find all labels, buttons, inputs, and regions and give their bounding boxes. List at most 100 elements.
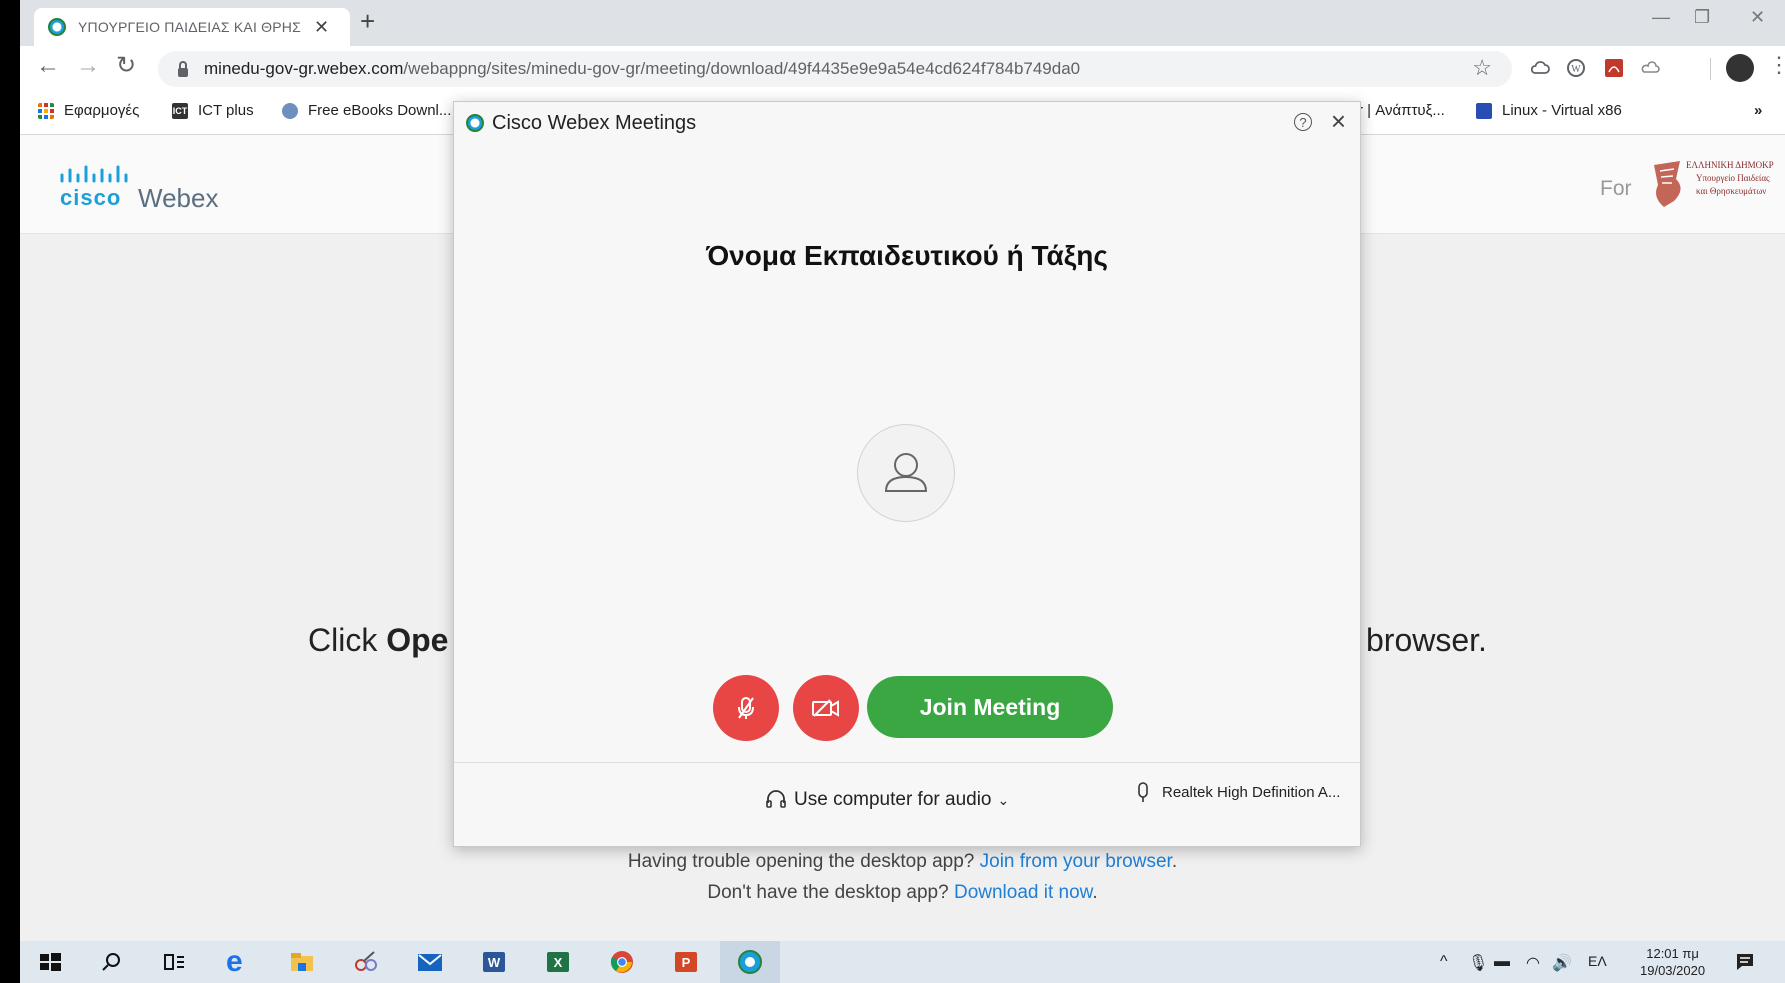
stop-video-button[interactable] — [793, 675, 859, 741]
chevron-down-icon: ⌄ — [997, 791, 1010, 808]
svg-text:W: W — [1571, 64, 1581, 75]
help-icon[interactable]: ? — [1294, 113, 1312, 131]
svg-text:P: P — [682, 955, 691, 970]
for-label: For — [1600, 177, 1632, 200]
bookmark-star-icon[interactable]: ☆ — [1472, 55, 1492, 81]
bookmark-linux-virtual[interactable]: Linux - Virtual x86 — [1476, 102, 1622, 119]
edge-browser-icon[interactable]: e — [226, 947, 254, 977]
ministry-text: ΕΛΛΗΝΙΚΗ ΔΗΜΟΚΡ Υπουργείο Παιδείας και Θ… — [1686, 159, 1785, 198]
browser-toolbar: ← → ↻ minedu-gov-gr.webex.com/webappng/s… — [20, 46, 1785, 92]
microphone-off-icon — [738, 697, 754, 719]
webex-meeting-dialog: Cisco Webex Meetings ? × Όνομα Εκπαιδευτ… — [453, 101, 1361, 847]
task-view-icon[interactable] — [160, 949, 188, 975]
powerpoint-icon[interactable]: P — [672, 949, 700, 975]
window-close-icon[interactable]: ✕ — [1750, 8, 1765, 26]
bookmark-label: Linux - Virtual x86 — [1502, 102, 1622, 119]
file-explorer-icon[interactable] — [288, 949, 316, 975]
tab-title: ΥΠΟΥΡΓΕΙΟ ΠΑΙΔΕΙΑΣ ΚΑΙ ΘΡΗΣ — [78, 19, 301, 35]
ict-icon: ICT — [172, 102, 188, 119]
tab-close-icon[interactable]: ✕ — [314, 18, 329, 36]
minimize-icon[interactable]: — — [1652, 8, 1670, 26]
volume-icon[interactable]: 🔊 — [1552, 953, 1572, 973]
tray-overflow-icon[interactable]: ^ — [1440, 953, 1448, 971]
camera-off-icon — [812, 699, 839, 717]
excel-icon[interactable]: X — [544, 949, 572, 975]
ministry-seal-icon — [1654, 161, 1681, 207]
windows-taskbar: e W X P ^ 🎙 ▬ ◠ 🔊 ΕΛ 12:01 πμ 19/03/2020 — [20, 941, 1785, 983]
svg-text:W: W — [488, 955, 501, 970]
join-meeting-button[interactable]: Join Meeting — [867, 676, 1113, 738]
bookmark-label: Εφαρμογές — [64, 102, 140, 119]
bookmark-ict-plus[interactable]: ICT ICT plus — [172, 102, 254, 119]
bookmark-free-ebooks[interactable]: Free eBooks Downl... — [282, 102, 451, 119]
linux-icon — [1476, 102, 1492, 119]
restore-icon[interactable]: ❐ — [1694, 8, 1710, 26]
webex-logo-icon — [466, 114, 484, 132]
bookmark-anaptyxi[interactable]: r | Ανάπτυξ... — [1358, 102, 1445, 119]
svg-text:X: X — [554, 955, 563, 970]
join-from-browser-link[interactable]: Join from your browser — [980, 851, 1172, 872]
webex-favicon-icon — [48, 18, 66, 36]
browser-tab[interactable]: ΥΠΟΥΡΓΕΙΟ ΠΑΙΔΕΙΑΣ ΚΑΙ ΘΡΗΣ ✕ — [34, 8, 350, 46]
download-now-link[interactable]: Download it now — [954, 882, 1092, 903]
lock-icon — [178, 60, 188, 77]
new-tab-button[interactable]: + — [360, 8, 375, 34]
no-app-text: Don't have the desktop app? — [707, 882, 954, 903]
word-icon[interactable]: W — [480, 949, 508, 975]
bookmark-apps[interactable]: Εφαρμογές — [38, 102, 139, 119]
address-bar[interactable]: minedu-gov-gr.webex.com/webappng/sites/m… — [158, 51, 1512, 87]
snipping-tool-icon[interactable] — [352, 949, 380, 975]
chrome-icon[interactable] — [608, 949, 636, 975]
windows-start-icon[interactable] — [36, 949, 64, 975]
forward-arrow-icon[interactable]: → — [76, 54, 100, 78]
mute-microphone-button[interactable] — [713, 675, 779, 741]
search-icon[interactable] — [98, 949, 126, 975]
webex-taskbar-icon[interactable] — [736, 949, 764, 975]
mic-device-label: Realtek High Definition A... — [1162, 783, 1341, 801]
person-icon — [884, 453, 928, 492]
cisco-logo-text: cisco — [60, 185, 122, 210]
bookmark-label: r | Ανάπτυξ... — [1358, 102, 1445, 119]
wifi-icon[interactable]: ◠ — [1526, 953, 1540, 973]
instruction-text-left: Click Ope — [308, 622, 448, 659]
url-text: minedu-gov-gr.webex.com/webappng/sites/m… — [204, 59, 1081, 78]
headset-icon — [766, 790, 786, 808]
instruction-bold: Ope — [386, 622, 449, 658]
notifications-icon[interactable] — [1734, 951, 1756, 973]
screen: ΥΠΟΥΡΓΕΙΟ ΠΑΙΔΕΙΑΣ ΚΑΙ ΘΡΗΣ ✕ + — ❐ ✕ ← … — [20, 0, 1785, 983]
ministry-line: ΕΛΛΗΝΙΚΗ ΔΗΜΟΚΡ — [1686, 160, 1774, 170]
battery-icon[interactable]: ▬ — [1494, 953, 1510, 971]
profile-avatar[interactable] — [1726, 54, 1754, 82]
apps-grid-icon — [38, 102, 54, 119]
no-app-end: . — [1092, 882, 1098, 903]
audio-option-dropdown[interactable]: Use computer for audio ⌄ — [764, 789, 1009, 811]
instruction-prefix: Click — [308, 622, 387, 658]
reload-icon[interactable]: ↻ — [116, 54, 136, 78]
cisco-logo-bars-icon — [60, 165, 128, 183]
ebooks-icon — [282, 102, 298, 119]
back-arrow-icon[interactable]: ← — [36, 54, 60, 78]
bookmarks-overflow-icon[interactable]: » — [1754, 102, 1762, 119]
language-indicator[interactable]: ΕΛ — [1588, 953, 1607, 969]
dialog-title: Cisco Webex Meetings — [492, 111, 697, 134]
trouble-end: . — [1171, 851, 1178, 872]
wordpress-icon[interactable]: W — [1566, 58, 1586, 78]
microphone-tray-icon[interactable]: 🎙 — [1468, 953, 1488, 973]
microphone-device-selector[interactable]: Realtek High Definition A... — [1136, 781, 1340, 803]
clock[interactable]: 12:01 πμ 19/03/2020 — [1640, 945, 1705, 979]
clock-time: 12:01 πμ — [1646, 946, 1699, 961]
dialog-titlebar: Cisco Webex Meetings — [454, 102, 1360, 144]
webex-logo-text: Webex — [138, 183, 219, 213]
ministry-line: και Θρησκευμάτων — [1696, 186, 1767, 196]
audio-option-label: Use computer for audio — [794, 789, 992, 810]
meeting-name: Όνομα Εκπαιδευτικού ή Τάξης — [706, 240, 1108, 271]
cloud-icon[interactable] — [1530, 58, 1550, 78]
extension-cloud-icon[interactable] — [1640, 58, 1660, 78]
dialog-close-icon[interactable]: × — [1331, 108, 1346, 134]
menu-dots-icon[interactable]: ⋮ — [1768, 54, 1785, 76]
pdf-icon[interactable] — [1604, 58, 1624, 78]
mail-icon[interactable] — [416, 949, 444, 975]
toolbar-divider — [1710, 58, 1711, 80]
bookmark-label: Free eBooks Downl... — [308, 102, 452, 119]
microphone-icon — [1138, 782, 1148, 802]
